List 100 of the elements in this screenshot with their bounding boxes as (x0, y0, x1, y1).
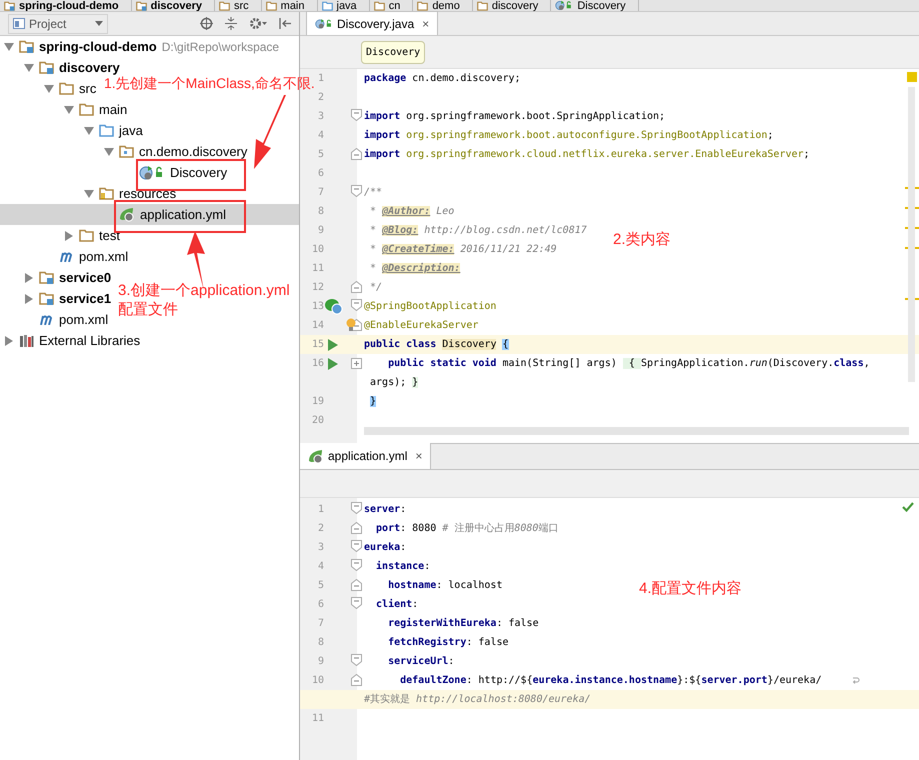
breadcrumb-chip[interactable]: Discovery (361, 40, 426, 64)
collapse-icon[interactable] (225, 17, 237, 30)
tree-item[interactable]: service0 (24, 267, 112, 288)
tree-item[interactable]: External Libraries (4, 330, 140, 351)
code-line: fetchRegistry: false (387, 636, 509, 650)
expanded-arrow-icon[interactable] (84, 190, 94, 198)
horizontal-scrollbar[interactable] (364, 427, 909, 435)
editor-tab[interactable]: application.yml × (300, 443, 432, 469)
line-number: 9 (318, 224, 324, 238)
tree-item[interactable]: cn.demo.discovery (104, 141, 248, 162)
line-number: 3 (318, 541, 324, 555)
code-line: @EnableEurekaServer (363, 319, 478, 333)
fold-marker-icon[interactable] (351, 522, 362, 534)
expand-marker-icon[interactable] (351, 358, 362, 369)
lightbulb-icon[interactable] (346, 318, 356, 332)
expanded-arrow-icon[interactable] (84, 126, 94, 134)
fold-marker-icon[interactable] (351, 674, 362, 686)
module-folder-icon (39, 61, 54, 74)
annotation-note: 2.类内容 (613, 230, 671, 249)
tree-item[interactable]: main (64, 99, 128, 120)
fold-marker-icon[interactable] (351, 579, 362, 591)
annotation-note: 1.先创建一个MainClass,命名不限. (104, 75, 315, 93)
line-number: 10 (312, 243, 324, 257)
module-folder-icon (39, 271, 54, 284)
fold-marker-icon[interactable] (351, 559, 362, 571)
code-line: /** (363, 186, 382, 200)
settings-icon[interactable] (249, 17, 267, 30)
fold-marker-icon[interactable] (351, 540, 362, 552)
line-number: 6 (318, 167, 324, 181)
module-folder-icon (4, 0, 15, 10)
tree-item[interactable]: src (44, 78, 96, 99)
tree-item[interactable]: pom.xml (24, 309, 108, 330)
code-line: * @Blog: http://blog.csdn.net/lc0817 (369, 224, 587, 238)
tree-item[interactable]: discovery (24, 57, 120, 78)
panel-title: Project (29, 16, 66, 32)
fold-marker-icon[interactable] (351, 148, 362, 160)
module-folder-icon (19, 40, 34, 53)
fold-marker-icon[interactable] (351, 597, 362, 609)
line-number: 4 (318, 129, 324, 143)
line-number: 1 (318, 72, 324, 86)
collapsed-arrow-icon[interactable] (24, 294, 34, 304)
collapsed-arrow-icon[interactable] (24, 272, 34, 282)
tree-item[interactable]: spring-cloud-demo D:\gitRepo\workspace (4, 36, 280, 57)
fold-marker-icon[interactable] (351, 502, 362, 514)
module-folder-icon (136, 0, 147, 10)
code-line: server: (363, 503, 406, 517)
leaf-file-icon (119, 207, 135, 222)
code-line: public class Discovery { (363, 338, 508, 352)
close-tab-button[interactable]: × (415, 447, 422, 465)
run-icon[interactable] (328, 338, 338, 350)
code-line: import org.springframework.boot.autoconfigure.SpringBootApplication; (363, 128, 774, 143)
project-view-dropdown[interactable]: Project (8, 14, 108, 34)
tree-item[interactable]: application.yml (104, 204, 226, 225)
tree-item[interactable]: test (64, 225, 120, 246)
line-number: 19 (312, 395, 324, 409)
annotation-note: 3.创建一个application.yml配置文件 (118, 281, 291, 319)
code-line: client: (375, 598, 418, 612)
code-line: @SpringBootApplication (363, 300, 496, 314)
class-icon (315, 16, 333, 30)
code-line: * @Description: (369, 262, 460, 276)
fold-marker-icon[interactable] (351, 299, 362, 311)
fold-marker-icon[interactable] (351, 654, 362, 666)
target-icon[interactable] (200, 17, 213, 30)
line-number: 4 (318, 560, 324, 574)
bean-icon[interactable] (324, 298, 344, 315)
line-number: 20 (312, 414, 324, 428)
collapsed-arrow-icon[interactable] (4, 336, 14, 346)
line-number: 3 (318, 110, 324, 124)
resources-folder-icon (99, 187, 114, 200)
soft-wrap-icon (852, 676, 860, 684)
expanded-arrow-icon[interactable] (4, 42, 14, 50)
tree-item[interactable]: pom.xml (44, 246, 128, 267)
tree-item[interactable]: service1 (24, 288, 112, 309)
collapsed-arrow-icon[interactable] (64, 230, 74, 240)
line-number: 12 (312, 281, 324, 295)
code-line: args); } (369, 376, 418, 390)
tree-item[interactable]: java (84, 120, 143, 141)
line-number: 7 (318, 617, 324, 631)
tree-item[interactable]: Discovery (124, 162, 228, 183)
code-line: import org.springframework.boot.SpringApplication; (363, 110, 666, 124)
expanded-arrow-icon[interactable] (24, 64, 34, 72)
dropdown-arrow-icon (95, 21, 103, 26)
expanded-arrow-icon[interactable] (44, 84, 54, 92)
checkmark-icon (902, 502, 914, 512)
hide-panel-icon[interactable] (279, 17, 291, 30)
vertical-scrollbar[interactable] (908, 87, 915, 382)
tree-item[interactable]: resources (84, 183, 176, 204)
close-tab-button[interactable]: × (422, 14, 430, 32)
code-line: * @CreateTime: 2016/11/21 22:49 (369, 242, 557, 257)
fold-marker-icon[interactable] (351, 281, 362, 293)
expanded-arrow-icon[interactable] (64, 106, 74, 114)
run-icon[interactable] (328, 358, 338, 370)
fold-marker-icon[interactable] (351, 185, 362, 197)
fold-marker-icon[interactable] (351, 109, 362, 121)
line-number: 1 (318, 503, 324, 517)
expanded-arrow-icon[interactable] (104, 148, 114, 156)
editor-tab[interactable]: Discovery.java × (306, 11, 438, 35)
library-icon (19, 334, 34, 347)
class-icon (139, 164, 165, 180)
warning-marker (907, 72, 917, 82)
